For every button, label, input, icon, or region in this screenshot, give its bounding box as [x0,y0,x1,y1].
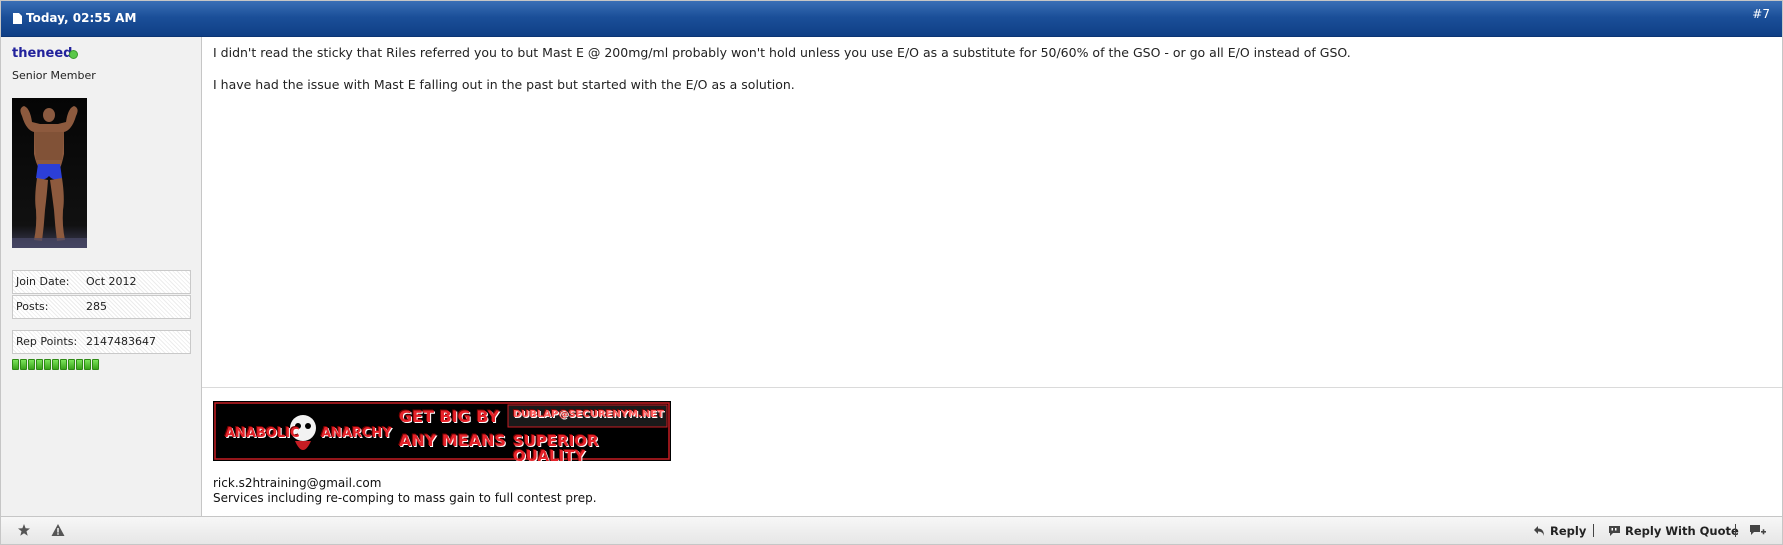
rep-pip [92,359,99,370]
username-link[interactable]: theneed [12,46,72,61]
post-header: Today, 02:55 AM #7 [1,1,1782,37]
reply-with-quote-label: Reply With Quote [1625,524,1739,538]
join-date-stat: Join Date: Oct 2012 [12,270,191,294]
stat-label: Join Date: [16,275,70,288]
banner-text: SUPERIOR QUALITY [513,432,599,462]
rep-pip [36,359,43,370]
document-icon [13,12,22,24]
post-paragraph: I have had the issue with Mast E falling… [213,77,795,92]
stat-value: Oct 2012 [86,275,137,288]
separator [1735,524,1736,537]
rep-pip [20,359,27,370]
reputation-bar [12,359,99,370]
rep-pip [44,359,51,370]
quote-bubble-icon [1609,526,1620,536]
multi-quote-icon[interactable] [1749,524,1766,538]
post-paragraph: I didn't read the sticky that Riles refe… [213,45,1351,60]
rep-pip [12,359,19,370]
banner-text: GET BIG BY [399,407,500,426]
reply-label: Reply [1550,524,1587,538]
rep-pip [60,359,67,370]
posts-stat: Posts: 285 [12,295,191,319]
online-status-icon [69,50,78,59]
user-info-sidebar: theneed Senior Member Join Date: Oct 201… [1,37,202,517]
user-title: Senior Member [12,69,96,82]
stat-value: 2147483647 [86,335,156,348]
stat-label: Rep Points: [16,335,78,348]
post-footer: Reply Reply With Quote [1,516,1782,544]
reply-button[interactable]: Reply [1533,524,1586,538]
post-date-text: Today, 02:55 AM [26,11,137,25]
post-date: Today, 02:55 AM [13,11,136,25]
signature-services: Services including re-comping to mass ga… [213,491,597,505]
signature-banner[interactable]: ANABOLIC ANARCHY GET BIG BY ANY MEANS DU… [213,401,671,461]
post-content: I didn't read the sticky that Riles refe… [202,37,1782,388]
post-number-link[interactable]: #7 [1752,7,1770,21]
banner-text: ANARCHY [321,426,392,441]
banner-text: DUBLAP@SECURENYM.NET [513,409,664,420]
reply-arrow-icon [1534,526,1544,536]
reply-with-quote-button[interactable]: Reply With Quote [1608,524,1739,538]
banner-text: ANABOLIC [225,426,300,441]
stat-label: Posts: [16,300,49,313]
forum-post: Today, 02:55 AM #7 theneed Senior Member [0,0,1783,545]
avatar[interactable] [12,98,87,248]
rep-pip [28,359,35,370]
rep-pip [68,359,75,370]
rep-pip [76,359,83,370]
rate-star-icon[interactable] [17,523,31,537]
signature-email: rick.s2htraining@gmail.com [213,476,382,490]
report-warning-icon[interactable] [51,523,65,537]
separator [1593,524,1594,537]
rep-points-stat: Rep Points: 2147483647 [12,330,191,354]
rep-pip [52,359,59,370]
banner-text: ANY MEANS [399,431,507,450]
signature: ANABOLIC ANARCHY GET BIG BY ANY MEANS DU… [202,388,1782,516]
stat-value: 285 [86,300,107,313]
rep-pip [84,359,91,370]
